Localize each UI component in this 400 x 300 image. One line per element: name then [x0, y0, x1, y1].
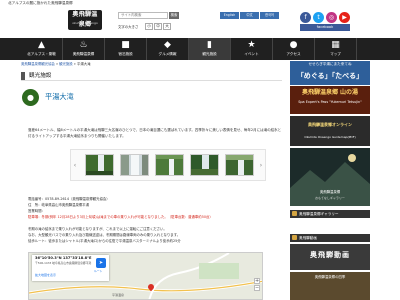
gallery-photo[interactable] — [225, 154, 254, 176]
larger-map-link[interactable]: 拡大地図を表示 — [35, 273, 56, 278]
map-address: 〒506-1433 岐阜県高山市奥飛騨温泉郷平湯 — [35, 261, 92, 265]
description: 落差64メートル、幅6メートルの平湯大滝は飛騨三大名瀑のひとつで、日本の滝百選に… — [28, 128, 282, 138]
gallery-photo[interactable] — [120, 154, 149, 176]
nav-item-events[interactable]: ★ イベント — [231, 38, 273, 60]
youtube-icon[interactable]: ▶ — [339, 12, 350, 23]
location-pin-icon: ● — [22, 89, 39, 106]
nav-item-gourmet[interactable]: ◆ グルメ情報 — [147, 38, 189, 60]
facebook-button[interactable]: facebook — [300, 24, 350, 31]
section-title: 観光施設 — [29, 73, 52, 79]
breadcrumb-section[interactable]: 観光施設 — [59, 62, 73, 66]
map-town-label: 平湯温泉 — [112, 293, 125, 297]
breadcrumb-current: 平湯大滝 — [76, 62, 91, 66]
hot-spring-icon: ♨ — [79, 40, 88, 50]
banner-yukemuri-sub: Spa Expert's Pass "Yukemuri Tetsujin" — [298, 100, 362, 104]
nav-item-sightseeing[interactable]: ▮ 観光施設 — [189, 38, 231, 60]
route-label[interactable]: ルート — [94, 269, 102, 273]
banner-yukemuri-main: 奥飛騨温泉郷 山の湯 — [301, 89, 359, 96]
breadcrumb: 奥飛騨温泉郷観光協会 » 観光施設 » 平湯大滝 — [21, 62, 91, 66]
nav-item-map[interactable]: ▦ マップ — [315, 38, 357, 60]
access-icon: ● — [289, 40, 298, 50]
gallery-photo[interactable] — [155, 154, 184, 176]
banner-guidemap-title: 奥飛騨温泉郷オンライン — [308, 122, 352, 127]
lang-english-button[interactable]: English — [220, 12, 239, 19]
page-root: 北アルプスの麓に抱かれた奥飛騨温泉郷 奥飛騨温泉郷 okuhida onseng… — [0, 0, 400, 300]
food-icon: ◆ — [164, 40, 171, 50]
search-button[interactable]: 検索 — [169, 12, 179, 19]
zoom-in-button[interactable]: + — [254, 278, 260, 284]
event-icon: ★ — [247, 40, 256, 50]
tagline: 北アルプスの麓に抱かれた奥飛騨温泉郷 — [8, 1, 73, 5]
header — [0, 7, 400, 38]
banner-video-text: 奥飛騨動画 — [310, 251, 350, 259]
lang-korean-button[interactable]: 한국어 — [260, 12, 279, 19]
font-small-button[interactable]: 小 — [145, 23, 153, 30]
gallery-photo[interactable] — [190, 154, 219, 176]
section-header — [21, 71, 282, 81]
banner-seasons-text: 奥飛騨温泉郷の四季 — [314, 275, 346, 279]
logo-subtitle: okuhida onsengo — [72, 21, 98, 25]
info-access: 徒歩ルート：徒歩またはシャトル(平湯大滝ロ)からの往復で平湯温泉バスターミナルよ… — [28, 239, 181, 243]
gallery-photo[interactable] — [85, 154, 114, 176]
hotel-icon: ■ — [121, 40, 130, 50]
banner-guidemap-sub: Okuhida Onsengo Guidemap(PDF) — [304, 135, 356, 139]
route-icon[interactable]: ➤ — [96, 258, 106, 268]
gallery-next-button[interactable]: › — [258, 162, 264, 170]
zoom-out-button[interactable]: − — [254, 285, 260, 291]
sidebar-heading-gallery: 奥飛騨温泉郷ギャラリー — [290, 210, 370, 218]
facebook-icon[interactable]: f — [300, 12, 311, 23]
banner-meguru-top: せせらぎ平湯にまた来てね — [308, 62, 352, 66]
twitter-icon[interactable]: t — [313, 12, 324, 23]
nav-item-alps[interactable]: ▲ 北アルプス・乗鞍 — [21, 38, 63, 60]
mountain-icon: ▲ — [38, 40, 45, 50]
nav-item-access[interactable]: ● アクセス — [273, 38, 315, 60]
banner-meguru-main: 「めぐる」「たべる」 — [296, 72, 364, 80]
banner-gallery-title: 奥飛騨温泉郷 — [319, 190, 341, 194]
gallery-prev-button[interactable]: ‹ — [72, 162, 78, 170]
search-input[interactable]: サイト内検索 — [118, 12, 168, 19]
page-title: 平湯大滝 — [45, 92, 74, 101]
font-large-button[interactable]: 大 — [163, 23, 171, 30]
sidebar-heading-video: 奥飛騨動画 — [290, 234, 370, 242]
breadcrumb-home[interactable]: 奥飛騨温泉郷観光協会 — [21, 62, 55, 66]
lang-chinese-button[interactable]: 中文 — [240, 12, 259, 19]
nav-item-onsen[interactable]: ♨ 奥飛騨温泉郷 — [63, 38, 105, 60]
map-icon: ▦ — [331, 40, 340, 50]
gallery-icon — [292, 211, 297, 216]
banner-gallery-sub: おもてなしギャラリー — [315, 196, 345, 200]
video-icon — [292, 235, 297, 240]
font-size-label: 文字の大きさ — [118, 25, 139, 29]
nav-item-hotels[interactable]: ■ 宿泊施設 — [105, 38, 147, 60]
sightseeing-icon: ▮ — [207, 40, 212, 50]
info-notice: 駐車場：冬期(例年 12月28日より3月上旬頃)は滝までの車の乗り入れが可能とな… — [28, 215, 213, 219]
font-medium-button[interactable]: 中 — [154, 23, 162, 30]
section-marker — [21, 72, 25, 80]
instagram-icon[interactable]: ◎ — [326, 12, 337, 23]
